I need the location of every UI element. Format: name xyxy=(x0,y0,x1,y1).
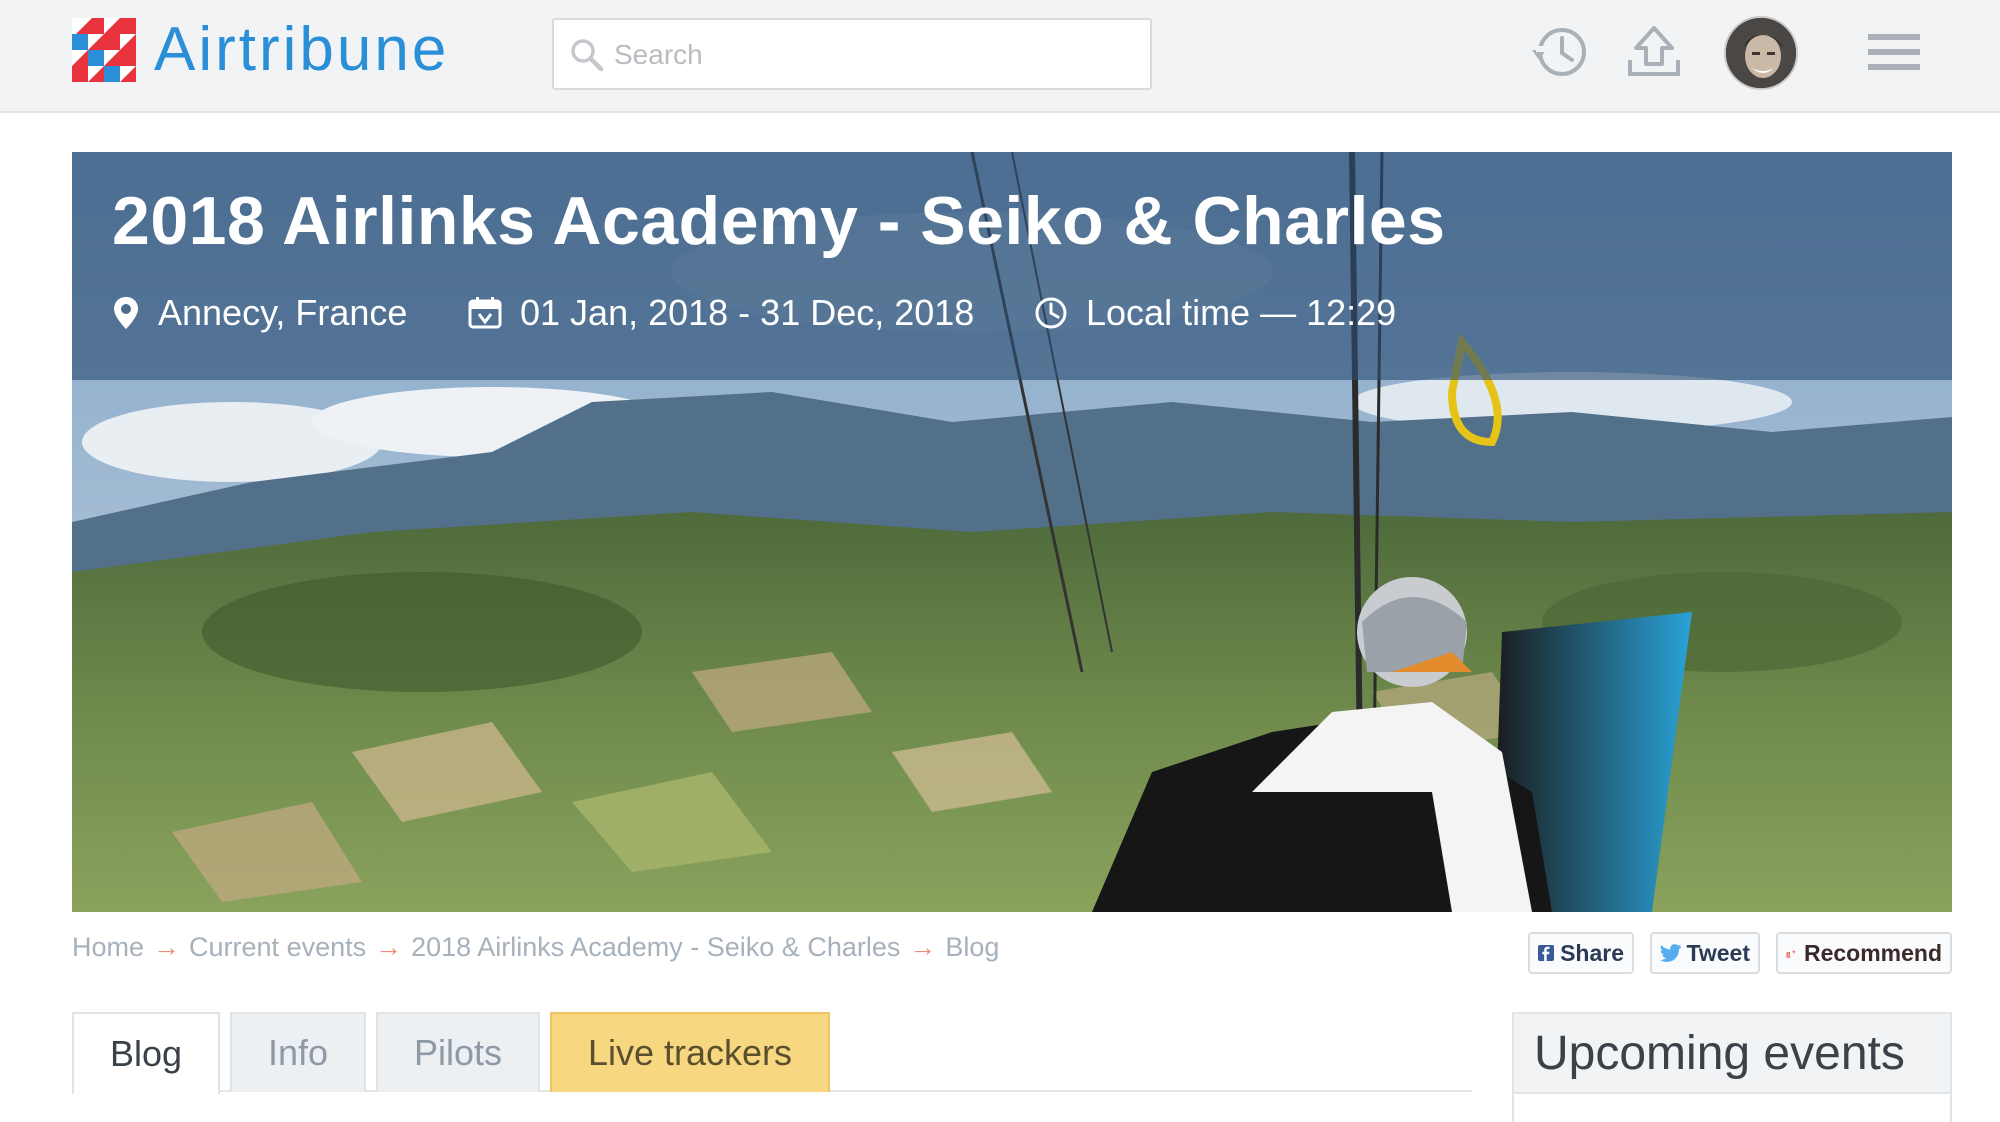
avatar[interactable] xyxy=(1724,16,1798,90)
google-plus-recommend-button[interactable]: g + Recommend xyxy=(1776,932,1952,974)
svg-text:+: + xyxy=(1792,949,1796,956)
breadcrumb-separator: → xyxy=(375,932,403,962)
tab-info[interactable]: Info xyxy=(230,1012,366,1092)
location-text: Annecy, France xyxy=(158,292,408,333)
tab-live-trackers[interactable]: Live trackers xyxy=(550,1012,830,1092)
breadcrumb-separator: → xyxy=(153,932,181,962)
breadcrumb: Home → Current events → 2018 Airlinks Ac… xyxy=(72,932,999,963)
event-title: 2018 Airlinks Academy - Seiko & Charles xyxy=(112,183,1446,259)
history-icon[interactable] xyxy=(1528,20,1592,84)
event-dates: 01 Jan, 2018 - 31 Dec, 2018 xyxy=(468,292,974,334)
event-hero: 2018 Airlinks Academy - Seiko & Charles … xyxy=(72,152,1952,912)
share-label: Share xyxy=(1560,939,1624,966)
top-bar: Airtribune xyxy=(0,0,2000,113)
facebook-share-button[interactable]: Share xyxy=(1528,932,1634,974)
avatar-photo xyxy=(1726,18,1796,88)
logo-link[interactable]: Airtribune xyxy=(72,18,449,82)
tweet-label: Tweet xyxy=(1686,939,1750,966)
search-icon xyxy=(571,39,604,72)
logo-icon xyxy=(72,18,136,82)
breadcrumb-separator: → xyxy=(909,932,937,962)
tab-blog[interactable]: Blog xyxy=(72,1012,220,1094)
brand-name: Airtribune xyxy=(154,15,450,84)
dates-text: 01 Jan, 2018 - 31 Dec, 2018 xyxy=(520,292,975,333)
tweet-button[interactable]: Tweet xyxy=(1650,932,1760,974)
recommend-label: Recommend xyxy=(1803,939,1942,966)
search-input[interactable] xyxy=(614,30,1134,80)
calendar-icon xyxy=(468,297,502,329)
upload-icon[interactable] xyxy=(1622,20,1686,84)
breadcrumb-blog: Blog xyxy=(945,932,1000,962)
breadcrumb-home[interactable]: Home xyxy=(72,932,144,963)
svg-text:g: g xyxy=(1786,948,1791,958)
location-pin-icon xyxy=(114,297,138,329)
upcoming-events-panel: Upcoming events xyxy=(1512,1012,1952,1122)
breadcrumb-event[interactable]: 2018 Airlinks Academy - Seiko & Charles xyxy=(411,932,900,963)
facebook-icon xyxy=(1538,944,1555,962)
google-plus-icon: g + xyxy=(1786,948,1796,958)
event-local-time: Local time — 12:29 xyxy=(1034,292,1396,334)
twitter-icon xyxy=(1660,944,1681,962)
upcoming-events-title: Upcoming events xyxy=(1534,1027,1905,1080)
upcoming-events-list xyxy=(1514,1092,1950,1122)
tab-pilots[interactable]: Pilots xyxy=(376,1012,540,1092)
breadcrumb-current-events[interactable]: Current events xyxy=(189,932,366,963)
event-location: Annecy, France xyxy=(112,292,407,334)
search-box xyxy=(552,18,1152,90)
clock-icon xyxy=(1035,297,1067,329)
menu-icon[interactable] xyxy=(1862,20,1926,84)
local-time-text: Local time — 12:29 xyxy=(1086,292,1397,333)
